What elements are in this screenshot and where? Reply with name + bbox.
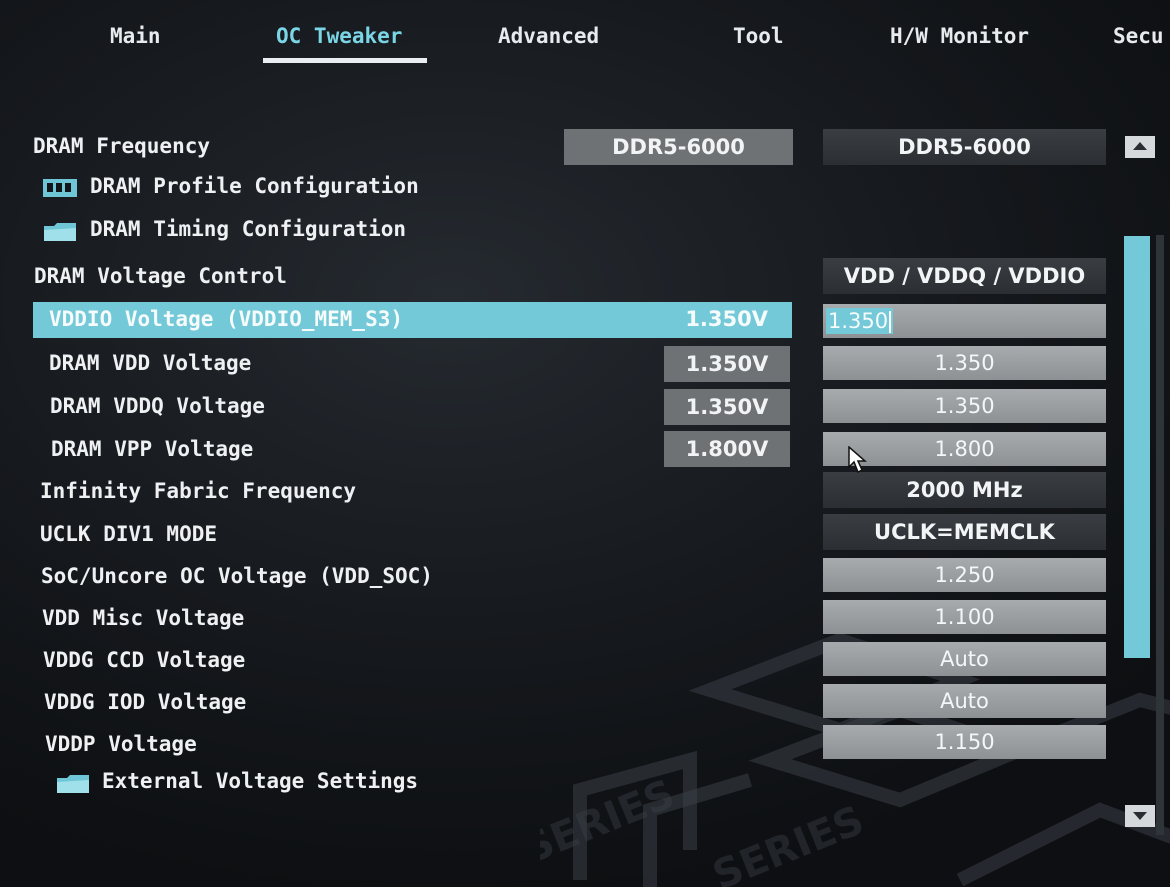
vddg-iod-voltage-input[interactable]: Auto bbox=[823, 684, 1106, 718]
soc-uncore-voltage-label: SoC/Uncore OC Voltage (VDD_SOC) bbox=[41, 564, 433, 588]
dram-frequency-setting[interactable]: DDR5-6000 bbox=[823, 129, 1106, 165]
tab-hw-monitor[interactable]: H/W Monitor bbox=[890, 24, 1029, 48]
text-caret bbox=[889, 311, 892, 333]
dram-frequency-label: DRAM Frequency bbox=[33, 134, 211, 158]
vddio-voltage-row-selected[interactable]: VDDIO Voltage (VDDIO_MEM_S3) 1.350V bbox=[33, 302, 792, 338]
bg-series-text-2: SERIES bbox=[707, 797, 871, 887]
dram-vdd-voltage-label: DRAM VDD Voltage bbox=[49, 351, 252, 375]
vdd-misc-voltage-label: VDD Misc Voltage bbox=[42, 606, 245, 630]
scrollbar-track[interactable] bbox=[1156, 235, 1164, 835]
memory-icon bbox=[43, 179, 77, 197]
dram-vdd-voltage-input[interactable]: 1.350 bbox=[823, 346, 1106, 380]
tab-oc-tweaker[interactable]: OC Tweaker bbox=[276, 24, 402, 48]
uclk-div1-mode-setting[interactable]: UCLK=MEMCLK bbox=[823, 514, 1106, 550]
vddio-voltage-input[interactable]: 1.350 bbox=[823, 304, 1106, 338]
external-voltage-settings-link[interactable]: External Voltage Settings bbox=[102, 769, 418, 793]
uclk-div1-mode-label: UCLK DIV1 MODE bbox=[40, 522, 218, 546]
vddg-ccd-voltage-input[interactable]: Auto bbox=[823, 642, 1106, 676]
folder-icon bbox=[44, 223, 76, 241]
dram-timing-configuration-link[interactable]: DRAM Timing Configuration bbox=[90, 217, 406, 241]
top-tab-bar: Main OC Tweaker Advanced Tool H/W Monito… bbox=[0, 14, 1170, 66]
vddio-voltage-setting: 1.350 bbox=[828, 309, 889, 333]
tab-main[interactable]: Main bbox=[110, 24, 161, 48]
vddp-voltage-input[interactable]: 1.150 bbox=[823, 725, 1106, 759]
infinity-fabric-frequency-label: Infinity Fabric Frequency bbox=[40, 479, 357, 503]
tab-advanced[interactable]: Advanced bbox=[498, 24, 599, 48]
vddio-voltage-label: VDDIO Voltage (VDDIO_MEM_S3) bbox=[49, 307, 404, 331]
tab-security[interactable]: Secu bbox=[1113, 24, 1164, 48]
vddp-voltage-label: VDDP Voltage bbox=[45, 732, 197, 756]
infinity-fabric-frequency-setting[interactable]: 2000 MHz bbox=[823, 472, 1106, 508]
bg-series-text-1: SERIES bbox=[540, 771, 681, 873]
vddio-voltage-input-selected-text: 1.350 bbox=[826, 308, 894, 334]
dram-vpp-voltage-current: 1.800V bbox=[664, 431, 790, 467]
vddio-voltage-current: 1.350V bbox=[685, 307, 768, 331]
scroll-up-arrow-icon[interactable] bbox=[1125, 136, 1155, 158]
scrollbar-thumb[interactable] bbox=[1124, 236, 1150, 658]
scroll-down-arrow-icon[interactable] bbox=[1125, 805, 1155, 827]
active-tab-underline bbox=[263, 58, 427, 63]
folder-icon bbox=[57, 775, 89, 793]
bios-screen: SERIES SERIES Main OC Tweaker Advanced T… bbox=[0, 0, 1170, 887]
dram-vddq-voltage-label: DRAM VDDQ Voltage bbox=[50, 394, 265, 418]
dram-voltage-control-setting[interactable]: VDD / VDDQ / VDDIO bbox=[823, 258, 1106, 294]
dram-vpp-voltage-label: DRAM VPP Voltage bbox=[51, 437, 254, 461]
dram-frequency-current: DDR5-6000 bbox=[564, 129, 793, 165]
dram-vdd-voltage-current: 1.350V bbox=[664, 346, 790, 382]
dram-profile-configuration-link[interactable]: DRAM Profile Configuration bbox=[90, 174, 419, 198]
mouse-cursor-icon bbox=[848, 446, 867, 474]
vddg-iod-voltage-label: VDDG IOD Voltage bbox=[44, 690, 247, 714]
dram-vddq-voltage-input[interactable]: 1.350 bbox=[823, 389, 1106, 423]
dram-vddq-voltage-current: 1.350V bbox=[664, 389, 790, 425]
vdd-misc-voltage-input[interactable]: 1.100 bbox=[823, 600, 1106, 634]
soc-uncore-voltage-input[interactable]: 1.250 bbox=[823, 558, 1106, 592]
dram-voltage-control-label: DRAM Voltage Control bbox=[34, 264, 287, 288]
vddg-ccd-voltage-label: VDDG CCD Voltage bbox=[43, 648, 246, 672]
tab-tool[interactable]: Tool bbox=[733, 24, 784, 48]
